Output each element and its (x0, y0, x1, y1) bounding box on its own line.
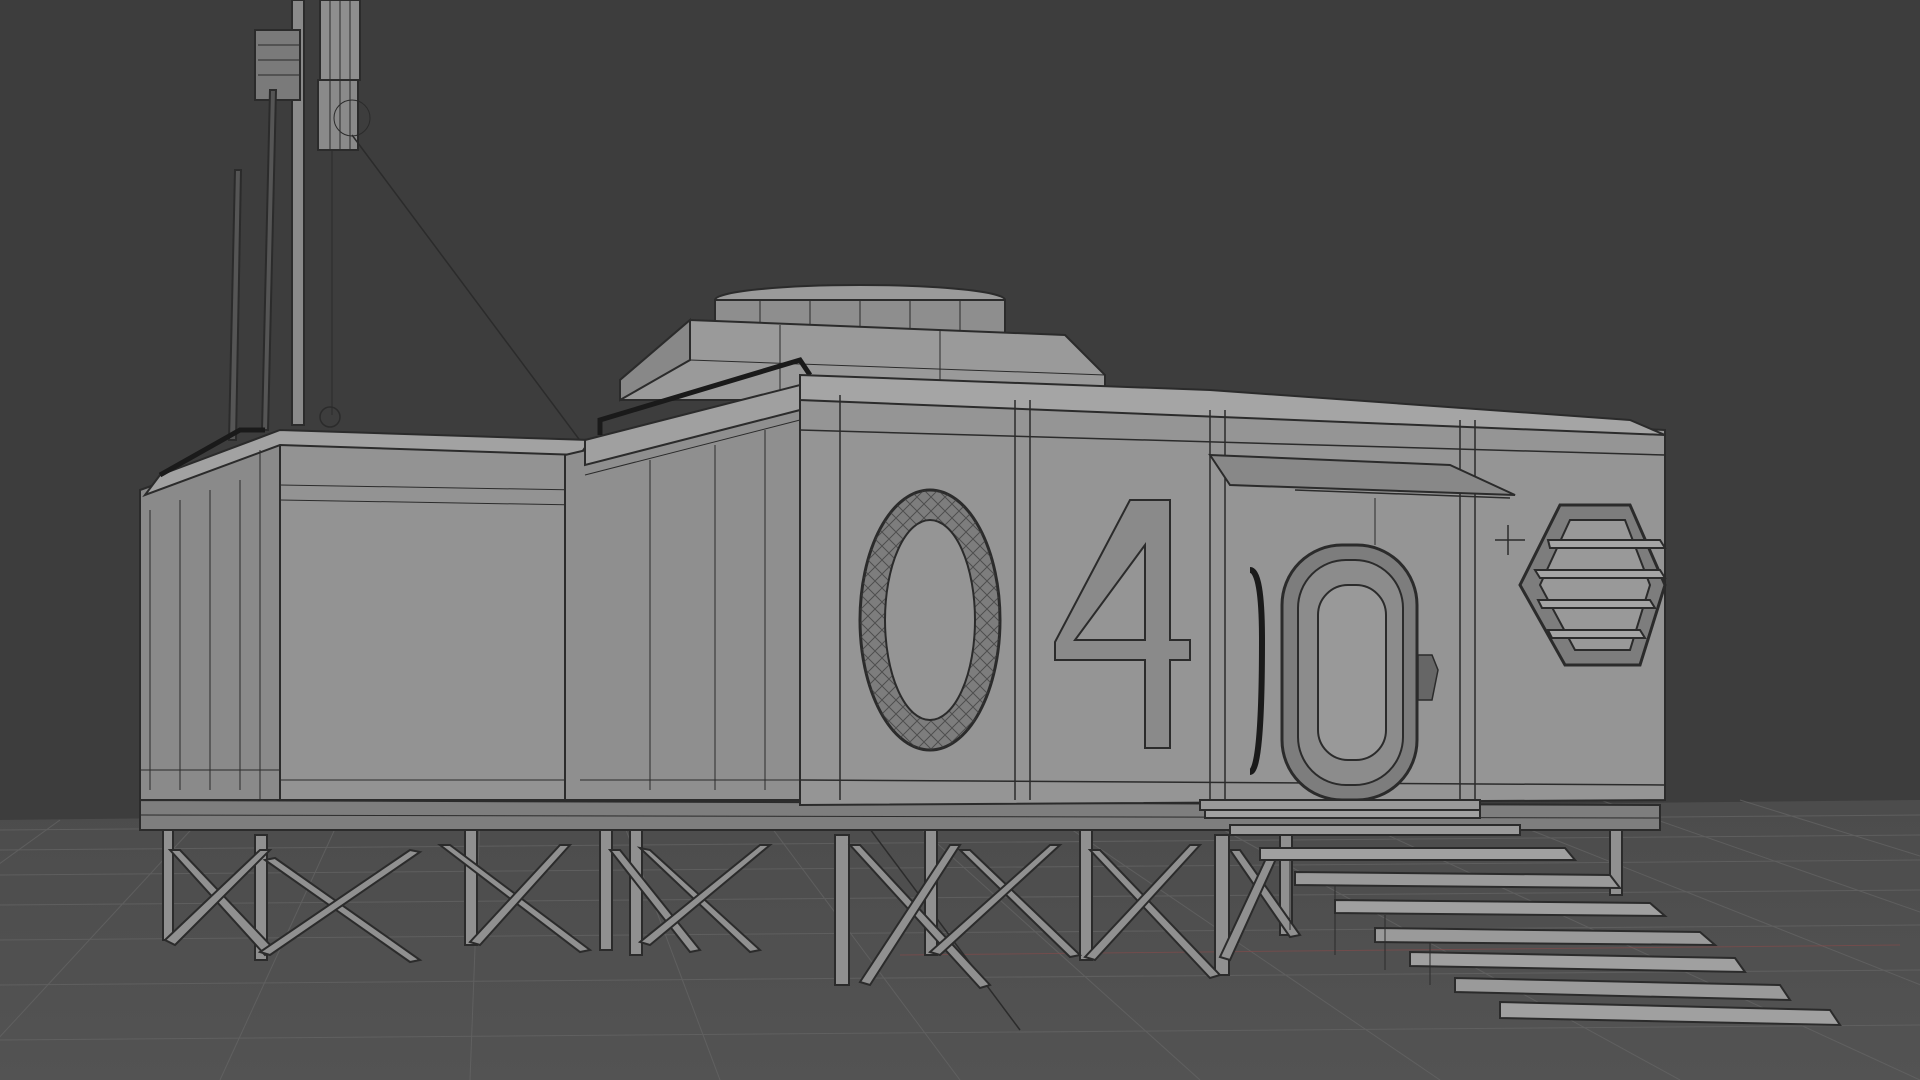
front-deck (1199, 799, 1481, 811)
module-left (139, 427, 592, 801)
viewport-canvas[interactable]: 0 4 0 (0, 0, 1920, 1080)
station-number-digit-1: 0 (858, 488, 1002, 752)
3d-viewport[interactable]: 0 4 0 (0, 0, 1920, 1080)
